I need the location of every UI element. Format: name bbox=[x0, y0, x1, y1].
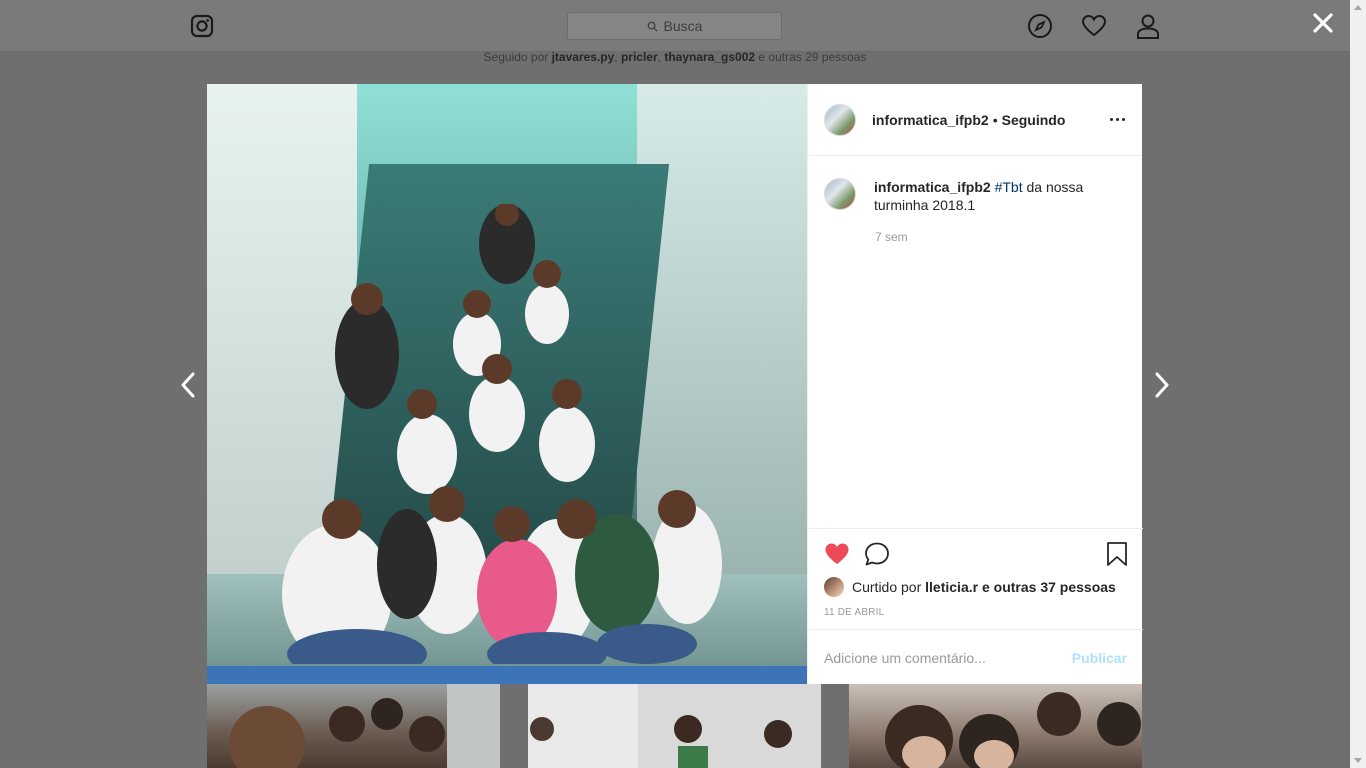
caption-hashtag[interactable]: #Tbt bbox=[995, 179, 1023, 195]
comment-form: Publicar bbox=[808, 629, 1143, 685]
thumbnail-3-image bbox=[885, 692, 1141, 768]
liked-by-row: Curtido por lleticia.r e outras 37 pesso… bbox=[824, 577, 1116, 597]
liked-heart-icon[interactable] bbox=[824, 541, 850, 567]
author-username[interactable]: informatica_ifpb2 bbox=[872, 112, 989, 128]
top-navigation-bar: Busca bbox=[0, 0, 1350, 52]
grid-thumbnail-2[interactable] bbox=[528, 684, 821, 768]
close-icon[interactable] bbox=[1310, 10, 1336, 36]
post-sidebar: informatica_ifpb2 • Seguindo informatica… bbox=[807, 84, 1143, 684]
header-separator: • bbox=[992, 111, 998, 128]
post-photo[interactable] bbox=[207, 84, 807, 684]
activity-heart-icon[interactable] bbox=[1081, 13, 1107, 39]
photo-group-of-students bbox=[282, 204, 722, 664]
follower-link-2[interactable]: pricler bbox=[621, 50, 658, 64]
previous-post-chevron-icon[interactable] bbox=[178, 370, 198, 400]
search-placeholder: Busca bbox=[663, 18, 703, 34]
save-bookmark-icon[interactable] bbox=[1104, 541, 1130, 567]
profile-user-icon[interactable] bbox=[1135, 13, 1161, 39]
grid-thumbnail-3[interactable] bbox=[849, 684, 1142, 768]
search-icon bbox=[647, 21, 658, 32]
explore-compass-icon[interactable] bbox=[1027, 13, 1053, 39]
author-avatar[interactable] bbox=[824, 103, 856, 136]
vertical-scrollbar[interactable] bbox=[1350, 0, 1366, 768]
caption-username[interactable]: informatica_ifpb2 bbox=[874, 179, 991, 195]
followed-by-prefix: Seguido por bbox=[483, 50, 549, 64]
caption-avatar[interactable] bbox=[824, 178, 856, 210]
post-header: informatica_ifpb2 • Seguindo bbox=[808, 84, 1142, 156]
follower-link-1[interactable]: jtavares.py bbox=[552, 50, 615, 64]
post-modal: informatica_ifpb2 • Seguindo informatica… bbox=[207, 84, 1143, 684]
comment-input[interactable] bbox=[824, 649, 1072, 666]
post-caption: informatica_ifpb2 #Tbt da nossa turminha… bbox=[824, 178, 1124, 214]
liker-username[interactable]: lleticia.r bbox=[925, 579, 978, 595]
followed-by-text: Seguido por jtavares.py, pricler, thayna… bbox=[483, 50, 867, 64]
followed-by-suffix: e outras 29 pessoas bbox=[758, 50, 867, 64]
publish-button[interactable]: Publicar bbox=[1072, 650, 1127, 666]
scroll-down-arrow-icon[interactable] bbox=[1354, 758, 1362, 763]
more-options-icon[interactable] bbox=[1110, 111, 1126, 127]
caption-time-ago[interactable]: 7 sem bbox=[875, 230, 908, 244]
post-date[interactable]: 11 DE ABRIL bbox=[824, 607, 884, 618]
liker-avatar[interactable] bbox=[824, 577, 844, 597]
follower-link-3[interactable]: thaynara_gs002 bbox=[664, 50, 755, 64]
photo-floor-stripe bbox=[207, 666, 807, 684]
post-actions: Curtido por lleticia.r e outras 37 pesso… bbox=[808, 528, 1143, 684]
following-button[interactable]: Seguindo bbox=[1002, 112, 1066, 128]
caption-text: informatica_ifpb2 #Tbt da nossa turminha… bbox=[874, 178, 1104, 214]
liked-by-suffix[interactable]: e outras 37 pessoas bbox=[982, 579, 1116, 595]
next-post-chevron-icon[interactable] bbox=[1152, 370, 1172, 400]
thumbnail-2-image bbox=[528, 684, 821, 768]
liked-by-prefix: Curtido por bbox=[852, 579, 922, 595]
instagram-logo-icon[interactable] bbox=[190, 14, 214, 38]
search-input[interactable]: Busca bbox=[567, 12, 782, 40]
thumbnail-1-image bbox=[229, 684, 500, 768]
scroll-up-arrow-icon[interactable] bbox=[1354, 5, 1362, 10]
comment-bubble-icon[interactable] bbox=[864, 541, 890, 567]
grid-thumbnail-1[interactable] bbox=[207, 684, 500, 768]
